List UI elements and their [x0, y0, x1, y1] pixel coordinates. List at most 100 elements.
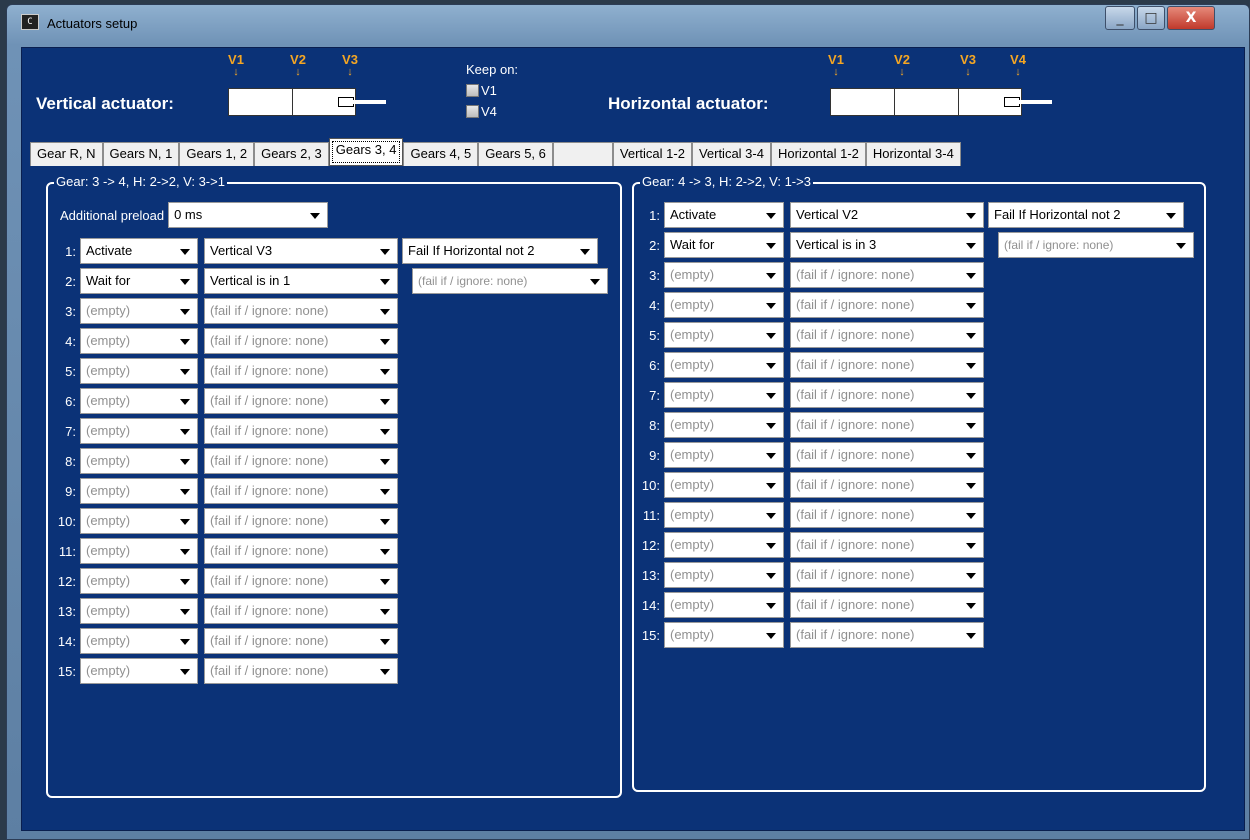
action-dropdown[interactable]: Activate: [80, 238, 198, 264]
close-button[interactable]: X: [1167, 6, 1215, 30]
tab-horizontal-3-4[interactable]: Horizontal 3-4: [865, 142, 961, 166]
action-dropdown[interactable]: (empty): [80, 358, 198, 384]
target-dropdown[interactable]: (fail if / ignore: none): [790, 382, 984, 408]
fail-condition-dropdown[interactable]: Fail If Horizontal not 2: [988, 202, 1184, 228]
action-dropdown[interactable]: Activate: [664, 202, 784, 228]
action-dropdown[interactable]: (empty): [80, 598, 198, 624]
chevron-down-icon: [966, 513, 976, 519]
step-row: 9: (empty) (fail if / ignore: none): [638, 442, 984, 468]
target-dropdown[interactable]: (fail if / ignore: none): [204, 418, 398, 444]
target-dropdown[interactable]: (fail if / ignore: none): [790, 292, 984, 318]
target-dropdown[interactable]: (fail if / ignore: none): [204, 538, 398, 564]
fail-condition-dropdown[interactable]: (fail if / ignore: none): [412, 268, 608, 294]
chevron-down-icon: [380, 309, 390, 315]
target-dropdown[interactable]: (fail if / ignore: none): [790, 322, 984, 348]
step-row: 10: (empty) (fail if / ignore: none): [54, 508, 398, 534]
step-row: 11: (empty) (fail if / ignore: none): [638, 502, 984, 528]
action-dropdown[interactable]: (empty): [664, 622, 784, 648]
keep-on-v4-checkbox[interactable]: [466, 105, 479, 118]
target-dropdown[interactable]: (fail if / ignore: none): [204, 328, 398, 354]
target-dropdown[interactable]: (fail if / ignore: none): [204, 628, 398, 654]
action-dropdown[interactable]: (empty): [664, 262, 784, 288]
action-dropdown[interactable]: (empty): [80, 328, 198, 354]
action-dropdown[interactable]: (empty): [664, 322, 784, 348]
action-dropdown[interactable]: (empty): [80, 418, 198, 444]
keep-on-v4[interactable]: V4: [466, 104, 518, 119]
action-dropdown[interactable]: (empty): [664, 532, 784, 558]
tab-gears-2-3[interactable]: Gears 2, 3: [254, 142, 329, 166]
target-dropdown-value: (fail if / ignore: none): [796, 327, 915, 342]
target-dropdown[interactable]: (fail if / ignore: none): [204, 388, 398, 414]
target-dropdown[interactable]: (fail if / ignore: none): [204, 358, 398, 384]
keep-on-v1-checkbox[interactable]: [466, 84, 479, 97]
target-dropdown[interactable]: (fail if / ignore: none): [204, 298, 398, 324]
chevron-down-icon: [766, 363, 776, 369]
target-dropdown[interactable]: (fail if / ignore: none): [790, 412, 984, 438]
target-dropdown[interactable]: (fail if / ignore: none): [790, 352, 984, 378]
action-dropdown[interactable]: (empty): [664, 472, 784, 498]
action-dropdown[interactable]: (empty): [80, 568, 198, 594]
target-dropdown[interactable]: (fail if / ignore: none): [204, 448, 398, 474]
action-dropdown[interactable]: (empty): [664, 382, 784, 408]
action-dropdown[interactable]: Wait for: [664, 232, 784, 258]
tab-gears-n-1[interactable]: Gears N, 1: [102, 142, 180, 166]
keep-on-v1[interactable]: V1: [466, 83, 518, 98]
tab-gear-r-n[interactable]: Gear R, N: [30, 142, 103, 166]
action-dropdown[interactable]: (empty): [664, 292, 784, 318]
action-dropdown[interactable]: Wait for: [80, 268, 198, 294]
tab-gears-1-2[interactable]: Gears 1, 2: [179, 142, 255, 166]
tab-gears-4-5[interactable]: Gears 4, 5: [403, 142, 479, 166]
title-bar[interactable]: C Actuators setup _ □ X: [7, 5, 1249, 39]
target-dropdown[interactable]: (fail if / ignore: none): [790, 262, 984, 288]
target-dropdown[interactable]: (fail if / ignore: none): [790, 592, 984, 618]
target-dropdown[interactable]: (fail if / ignore: none): [790, 532, 984, 558]
target-dropdown-value: Vertical is in 1: [210, 273, 291, 288]
chevron-down-icon: [766, 513, 776, 519]
minimize-button[interactable]: _: [1105, 6, 1135, 30]
action-dropdown[interactable]: (empty): [664, 412, 784, 438]
tab-vertical-1-2[interactable]: Vertical 1-2: [612, 142, 692, 166]
action-dropdown[interactable]: (empty): [80, 298, 198, 324]
fail-condition-dropdown[interactable]: (fail if / ignore: none): [998, 232, 1194, 258]
target-dropdown[interactable]: (fail if / ignore: none): [790, 622, 984, 648]
action-dropdown[interactable]: (empty): [80, 388, 198, 414]
target-dropdown[interactable]: (fail if / ignore: none): [204, 658, 398, 684]
target-dropdown[interactable]: (fail if / ignore: none): [204, 478, 398, 504]
target-dropdown[interactable]: (fail if / ignore: none): [790, 502, 984, 528]
tab-blank[interactable]: [552, 142, 613, 166]
action-dropdown[interactable]: (empty): [664, 592, 784, 618]
target-dropdown-value: (fail if / ignore: none): [210, 363, 329, 378]
action-dropdown[interactable]: (empty): [80, 448, 198, 474]
action-dropdown[interactable]: (empty): [80, 478, 198, 504]
action-dropdown[interactable]: (empty): [80, 628, 198, 654]
action-dropdown[interactable]: (empty): [80, 508, 198, 534]
tab-vertical-3-4[interactable]: Vertical 3-4: [691, 142, 771, 166]
fail-condition-dropdown[interactable]: Fail If Horizontal not 2: [402, 238, 598, 264]
target-dropdown[interactable]: Vertical V3: [204, 238, 398, 264]
action-dropdown[interactable]: (empty): [664, 442, 784, 468]
action-dropdown[interactable]: (empty): [664, 502, 784, 528]
tab-gears-3-4[interactable]: Gears 3, 4: [328, 138, 404, 166]
target-dropdown[interactable]: Vertical is in 3: [790, 232, 984, 258]
target-dropdown[interactable]: (fail if / ignore: none): [204, 598, 398, 624]
chevron-down-icon: [180, 399, 190, 405]
action-dropdown[interactable]: (empty): [664, 352, 784, 378]
maximize-button[interactable]: □: [1137, 6, 1165, 30]
target-dropdown[interactable]: Vertical V2: [790, 202, 984, 228]
action-dropdown[interactable]: (empty): [80, 538, 198, 564]
target-dropdown[interactable]: (fail if / ignore: none): [790, 562, 984, 588]
target-dropdown[interactable]: (fail if / ignore: none): [790, 442, 984, 468]
action-dropdown-value: (empty): [670, 417, 715, 432]
action-dropdown[interactable]: (empty): [664, 562, 784, 588]
target-dropdown[interactable]: (fail if / ignore: none): [204, 568, 398, 594]
target-dropdown[interactable]: Vertical is in 1: [204, 268, 398, 294]
tab-gears-5-6[interactable]: Gears 5, 6: [478, 142, 553, 166]
fail-condition-dropdown-value: (fail if / ignore: none): [1004, 238, 1114, 252]
chevron-down-icon: [966, 393, 976, 399]
preload-dropdown[interactable]: 0 ms: [168, 202, 329, 228]
action-dropdown[interactable]: (empty): [80, 658, 198, 684]
tab-horizontal-1-2[interactable]: Horizontal 1-2: [770, 142, 866, 166]
step-number: 8:: [649, 417, 660, 433]
target-dropdown[interactable]: (fail if / ignore: none): [790, 472, 984, 498]
target-dropdown[interactable]: (fail if / ignore: none): [204, 508, 398, 534]
